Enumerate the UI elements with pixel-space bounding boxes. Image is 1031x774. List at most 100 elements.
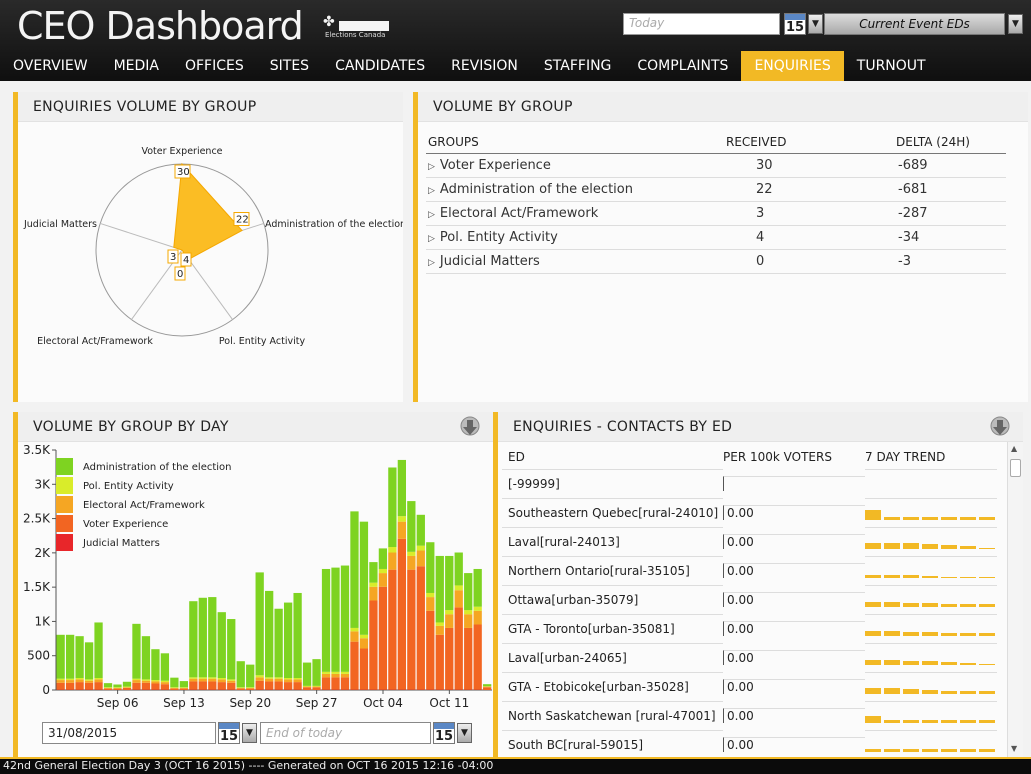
bar-segment-voter bbox=[122, 687, 132, 690]
to-calendar-icon[interactable]: 15 bbox=[433, 722, 455, 744]
event-select[interactable]: Current Event EDs bbox=[824, 13, 1005, 35]
table-row[interactable]: North Saskatchewan [rural-47001] 0.00 bbox=[502, 700, 997, 730]
bar-segment-pol bbox=[208, 677, 217, 679]
table-row[interactable]: GTA - Etobicoke[urban-35028] 0.00 bbox=[502, 671, 997, 701]
tab-complaints[interactable]: COMPLAINTS bbox=[624, 51, 741, 81]
bar-segment-pol bbox=[312, 685, 321, 687]
bar-segment-admin bbox=[407, 501, 416, 552]
table-row[interactable]: ▷ Administration of the election 22 -681 bbox=[426, 177, 1006, 202]
trend-bar bbox=[884, 574, 900, 578]
table-row[interactable]: Southeastern Quebec[rural-24010] 0.00 bbox=[502, 497, 997, 527]
event-dropdown-button[interactable]: ▼ bbox=[1008, 14, 1023, 34]
col-per100k[interactable]: PER 100k VOTERS bbox=[723, 445, 865, 469]
bar-segment-voter bbox=[160, 684, 170, 690]
bar-segment-electoral bbox=[113, 687, 122, 689]
table-row[interactable]: South BC[rural-59015] 0.00 bbox=[502, 729, 997, 757]
bar-segment-electoral bbox=[227, 680, 236, 683]
bar-segment-voter bbox=[179, 688, 188, 690]
bar-segment-pol bbox=[445, 610, 454, 615]
calendar-icon[interactable]: 15 bbox=[784, 13, 806, 35]
bar-segment-voter bbox=[265, 681, 274, 690]
to-dropdown-button[interactable]: ▼ bbox=[457, 723, 472, 743]
x-tick-label: Sep 13 bbox=[163, 696, 205, 710]
bar-segment-electoral bbox=[388, 552, 397, 570]
table-row[interactable]: Laval[rural-24013] 0.00 bbox=[502, 526, 997, 556]
bar-segment-pol bbox=[283, 678, 293, 680]
contacts-scrollbar[interactable]: ▲ ▼ bbox=[1007, 442, 1023, 757]
col-received[interactable]: RECEIVED bbox=[726, 131, 896, 154]
y-tick-label: 3K bbox=[34, 477, 51, 491]
from-date-input[interactable]: 31/08/2015 bbox=[42, 722, 216, 744]
contacts-panel: ENQUIRIES - CONTACTS BY ED ED PER 100k V… bbox=[493, 412, 1023, 757]
scroll-down-icon[interactable]: ▼ bbox=[1011, 744, 1017, 753]
table-row[interactable]: ▷ Pol. Entity Activity 4 -34 bbox=[426, 225, 1006, 250]
trend-bar bbox=[865, 630, 881, 636]
per100k-cell: 0.00 bbox=[723, 650, 865, 665]
table-row[interactable]: Ottawa[urban-35079] 0.00 bbox=[502, 584, 997, 614]
trend-bar bbox=[884, 687, 900, 694]
bar-segment-voter bbox=[94, 682, 103, 690]
date-input[interactable]: Today bbox=[623, 13, 780, 35]
table-row[interactable]: ▷ Electoral Act/Framework 3 -287 bbox=[426, 201, 1006, 226]
radar-axis-label: Administration of the election bbox=[265, 219, 403, 230]
bar-segment-pol bbox=[160, 680, 170, 683]
bar-segment-admin bbox=[473, 568, 482, 607]
volume-table-panel: VOLUME BY GROUP GROUPS RECEIVED DELTA (2… bbox=[413, 92, 1028, 402]
expand-icon[interactable]: ▷ bbox=[428, 210, 435, 220]
expand-icon[interactable]: ▷ bbox=[428, 234, 435, 244]
download-icon[interactable] bbox=[458, 414, 484, 440]
table-row[interactable]: Laval[urban-24065] 0.00 bbox=[502, 642, 997, 672]
table-row[interactable]: ▷ Voter Experience 30 -689 bbox=[426, 153, 1006, 178]
to-date-input[interactable]: End of today bbox=[260, 722, 431, 744]
per100k-cell bbox=[723, 476, 865, 491]
trend-bar bbox=[884, 748, 900, 752]
bar-segment-admin bbox=[160, 653, 170, 681]
tab-candidates[interactable]: CANDIDATES bbox=[322, 51, 438, 81]
scroll-thumb[interactable] bbox=[1010, 459, 1021, 477]
tab-media[interactable]: MEDIA bbox=[101, 51, 172, 81]
bar-segment-voter bbox=[369, 600, 378, 690]
trend-bar bbox=[865, 659, 881, 665]
value-text: 4 bbox=[183, 255, 189, 266]
tab-offices[interactable]: OFFICES bbox=[172, 51, 257, 81]
trend-bar bbox=[979, 690, 995, 694]
expand-icon[interactable]: ▷ bbox=[428, 162, 435, 172]
y-tick-label: 2.5K bbox=[23, 512, 51, 526]
bar-segment-admin bbox=[236, 661, 245, 688]
table-row[interactable]: [-99999] bbox=[502, 468, 997, 498]
received-cell: 30 bbox=[726, 153, 896, 178]
radar-value-label: 22 bbox=[233, 212, 250, 227]
date-dropdown-button[interactable]: ▼ bbox=[808, 14, 823, 34]
table-row[interactable]: ▷ Judicial Matters 0 -3 bbox=[426, 249, 1006, 274]
ed-name: Southeastern Quebec[rural-24010] bbox=[502, 497, 723, 527]
from-calendar-icon[interactable]: 15 bbox=[218, 722, 240, 744]
value-text: 0 bbox=[177, 269, 183, 280]
bar-segment-pol bbox=[189, 677, 198, 679]
tab-enquiries[interactable]: ENQUIRIES bbox=[741, 51, 844, 81]
bar-segment-admin bbox=[132, 623, 141, 679]
download-icon[interactable] bbox=[988, 414, 1014, 440]
from-dropdown-button[interactable]: ▼ bbox=[242, 723, 257, 743]
expand-icon[interactable]: ▷ bbox=[428, 258, 435, 268]
tab-overview[interactable]: OVERVIEW bbox=[0, 51, 101, 81]
bar-segment-voter bbox=[340, 677, 350, 690]
tab-sites[interactable]: SITES bbox=[257, 51, 322, 81]
col-delta[interactable]: DELTA (24H) bbox=[896, 131, 1006, 154]
tab-revision[interactable]: REVISION bbox=[438, 51, 531, 81]
bar-segment-pol bbox=[255, 675, 264, 678]
tab-staffing[interactable]: STAFFING bbox=[531, 51, 624, 81]
table-row[interactable]: GTA - Toronto[urban-35081] 0.00 bbox=[502, 613, 997, 643]
col-trend[interactable]: 7 DAY TREND bbox=[865, 445, 997, 469]
bar-segment-admin bbox=[397, 459, 406, 517]
tab-turnout[interactable]: TURNOUT bbox=[844, 51, 939, 81]
col-ed[interactable]: ED bbox=[502, 445, 723, 469]
trend-bar bbox=[903, 516, 919, 520]
trend-bar bbox=[960, 748, 976, 752]
table-row[interactable]: Northern Ontario[rural-35105] 0.00 bbox=[502, 555, 997, 585]
col-groups[interactable]: GROUPS bbox=[426, 131, 726, 154]
scroll-up-icon[interactable]: ▲ bbox=[1011, 444, 1017, 453]
bar-segment-admin bbox=[331, 567, 340, 672]
bar-segment-voter bbox=[283, 682, 293, 690]
expand-icon[interactable]: ▷ bbox=[428, 186, 435, 196]
bar-segment-voter bbox=[454, 607, 463, 690]
